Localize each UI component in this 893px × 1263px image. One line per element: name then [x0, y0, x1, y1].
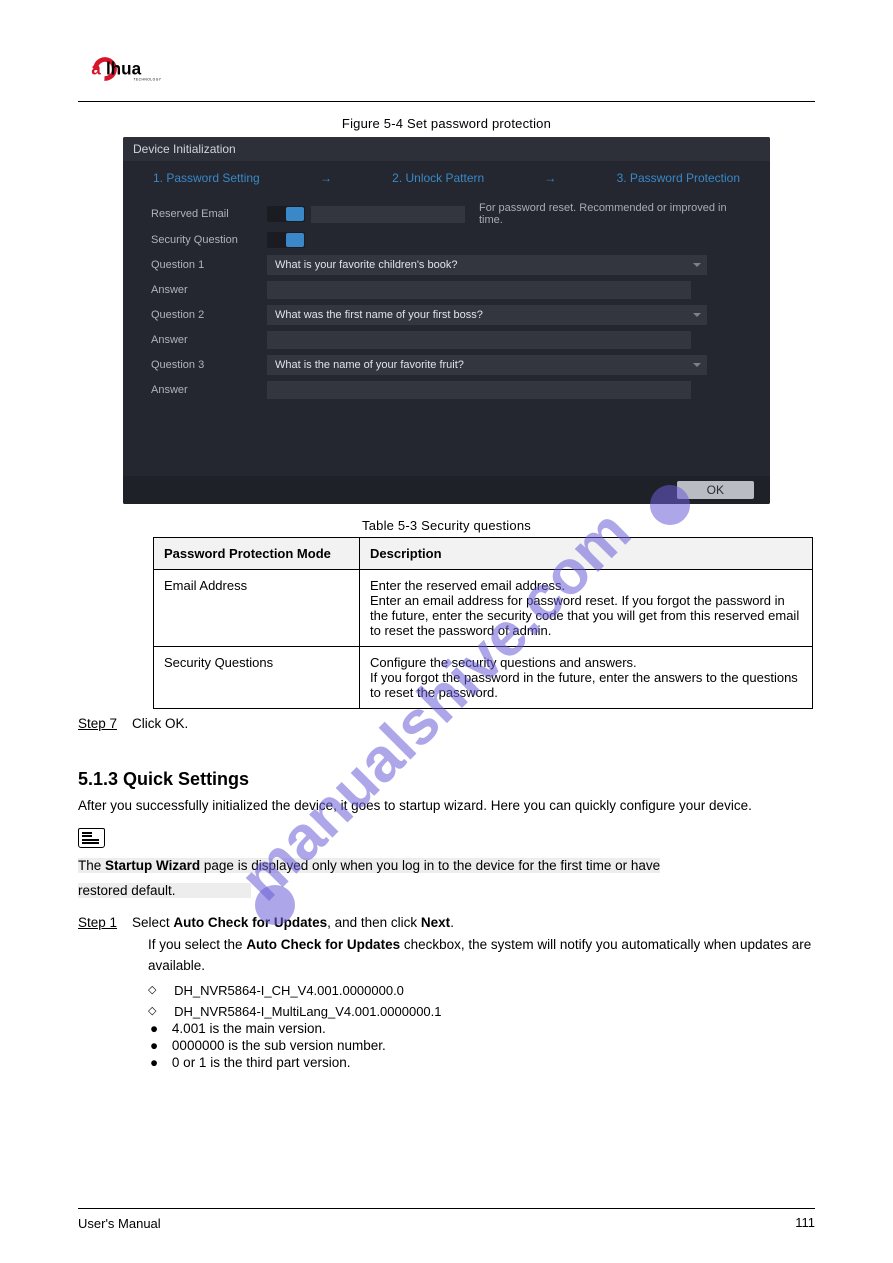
answer2-label: Answer: [151, 334, 267, 346]
question3-label: Question 3: [151, 359, 267, 371]
wizard-step-2: 2. Unlock Pattern: [392, 171, 484, 185]
col-desc-header: Description: [360, 538, 813, 570]
wizard-step-3: 3. Password Protection: [617, 171, 740, 185]
bullet-sub-ver: ● 0000000 is the sub version number.: [168, 1038, 815, 1053]
answer3-input[interactable]: [267, 381, 691, 399]
email-hint: For password reset. Recommended or impro…: [465, 202, 742, 226]
footer-title: User's Manual: [78, 1216, 161, 1231]
question1-select[interactable]: What is your favorite children's book?: [267, 255, 707, 275]
code-line-2: ◇ DH_NVR5864-I_MultiLang_V4.001.0000000.…: [148, 1004, 815, 1019]
circle-bullet-icon: ●: [150, 1021, 158, 1036]
step-1: Step 1 Select Auto Check for Updates, an…: [78, 912, 815, 934]
circle-bullet-icon: ●: [150, 1055, 158, 1070]
row-email-desc: Enter the reserved email address. Enter …: [360, 570, 813, 647]
note-icon: [78, 828, 105, 848]
answer1-input[interactable]: [267, 281, 691, 299]
dialog-title: Device Initialization: [123, 137, 770, 161]
question3-select[interactable]: What is the name of your favorite fruit?: [267, 355, 707, 375]
wizard-step-1: 1. Password Setting: [153, 171, 260, 185]
question2-select[interactable]: What was the first name of your first bo…: [267, 305, 707, 325]
arrow-right-icon: →: [544, 171, 556, 185]
page-footer: User's Manual 111: [78, 1208, 815, 1233]
step-7: Step 7 Click OK.: [78, 713, 815, 735]
code-line-1: ◇ DH_NVR5864-I_CH_V4.001.0000000.0: [148, 983, 815, 998]
security-questions-table: Password Protection Mode Description Ema…: [153, 537, 813, 709]
wizard-steps: 1. Password Setting → 2. Unlock Pattern …: [123, 161, 770, 195]
step-7-label: Step 7: [78, 716, 117, 731]
table-caption: Table 5-3 Security questions: [78, 518, 815, 533]
bullet-third-ver: ● 0 or 1 is the third part version.: [168, 1055, 815, 1070]
circle-bullet-icon: ●: [150, 1038, 158, 1053]
step-1-sub: If you select the Auto Check for Updates…: [148, 934, 815, 977]
reserved-email-label: Reserved Email: [151, 208, 267, 220]
row-sq-mode: Security Questions: [154, 647, 360, 709]
page-header: a lhua TECHNOLOGY: [78, 55, 815, 95]
question2-label: Question 2: [151, 309, 267, 321]
reserved-email-input[interactable]: [311, 206, 465, 223]
row-sq-desc: Configure the security questions and ans…: [360, 647, 813, 709]
svg-text:a: a: [91, 60, 101, 79]
figure-caption: Figure 5-4 Set password protection: [78, 116, 815, 131]
note-text: The Startup Wizard page is displayed onl…: [78, 854, 815, 904]
arrow-right-icon: →: [320, 171, 332, 185]
step-7-text: Click OK.: [132, 716, 188, 731]
svg-text:lhua: lhua: [106, 60, 142, 79]
device-init-screenshot: Device Initialization 1. Password Settin…: [123, 137, 770, 504]
diamond-bullet-icon: ◇: [148, 1005, 156, 1017]
answer1-label: Answer: [151, 284, 267, 296]
col-mode-header: Password Protection Mode: [154, 538, 360, 570]
diamond-bullet-icon: ◇: [148, 984, 156, 996]
brand-logo: a lhua TECHNOLOGY: [86, 49, 181, 94]
row-email-mode: Email Address: [154, 570, 360, 647]
question1-label: Question 1: [151, 259, 267, 271]
security-question-toggle[interactable]: [267, 232, 305, 248]
bullet-main-ver: ● 4.001 is the main version.: [168, 1021, 815, 1036]
svg-text:TECHNOLOGY: TECHNOLOGY: [134, 77, 162, 81]
footer-page-number: 111: [795, 1215, 815, 1230]
section-intro: After you successfully initialized the d…: [78, 794, 815, 818]
section-heading: 5.1.3 Quick Settings: [78, 769, 815, 790]
header-divider: [78, 101, 815, 102]
ok-button[interactable]: OK: [677, 481, 754, 499]
answer3-label: Answer: [151, 384, 267, 396]
step-1-label: Step 1: [78, 915, 117, 930]
reserved-email-toggle[interactable]: [267, 206, 305, 222]
step-1-text: Select Auto Check for Updates, and then …: [132, 915, 454, 930]
security-question-label: Security Question: [151, 234, 267, 246]
answer2-input[interactable]: [267, 331, 691, 349]
